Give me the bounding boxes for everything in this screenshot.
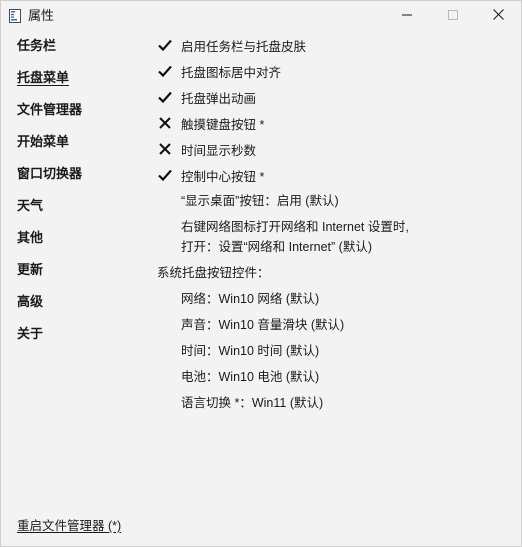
sidebar-item-window-switcher[interactable]: 窗口切换器 [17, 163, 82, 185]
option-tray-popup-animation[interactable]: 托盘弹出动画 [157, 87, 256, 107]
sidebar-item-label: 其他 [17, 230, 44, 245]
cross-icon [157, 141, 173, 157]
sidebar-item-label: 关于 [17, 326, 44, 341]
option-label: 时间显示秒数 [181, 143, 257, 158]
sidebar-item-label: 更新 [17, 262, 44, 277]
close-button[interactable] [475, 1, 521, 31]
maximize-icon [448, 7, 458, 25]
sidebar-item-label: 窗口切换器 [17, 166, 83, 181]
sidebar-item-other[interactable]: 其他 [17, 227, 43, 249]
app-icon [9, 9, 21, 23]
tray-control-time[interactable]: 时间：Win10 时间 (默认) [181, 341, 319, 361]
option-touch-keyboard-button[interactable]: 触摸键盘按钮 * [157, 113, 264, 133]
minimize-button[interactable] [384, 1, 430, 31]
option-enable-taskbar-tray-skin[interactable]: 启用任务栏与托盘皮肤 [157, 35, 306, 55]
sidebar-item-label: 托盘菜单 [17, 70, 70, 85]
sidebar-item-taskbar[interactable]: 任务栏 [17, 35, 56, 57]
tray-control-network[interactable]: 网络：Win10 网络 (默认) [181, 289, 319, 309]
show-desktop-setting[interactable]: “显示桌面”按钮：启用 (默认) [181, 191, 339, 211]
minimize-icon [402, 7, 412, 25]
close-icon [492, 7, 504, 25]
checkmark-icon [157, 167, 173, 183]
sidebar-item-about[interactable]: 关于 [17, 323, 43, 345]
sidebar-item-start-menu[interactable]: 开始菜单 [17, 131, 69, 153]
sidebar-item-file-manager[interactable]: 文件管理器 [17, 99, 82, 121]
option-label: 启用任务栏与托盘皮肤 [181, 39, 307, 54]
network-right-click-description: 右键网络图标打开网络和 Internet 设置时, [181, 220, 409, 234]
option-label: 托盘弹出动画 [181, 91, 257, 106]
sidebar-item-label: 文件管理器 [17, 102, 83, 117]
sidebar-item-update[interactable]: 更新 [17, 259, 43, 281]
restart-file-manager-link[interactable]: 重启文件管理器 (*) [17, 517, 121, 535]
cross-icon [157, 115, 173, 131]
tray-control-battery[interactable]: 电池：Win10 电池 (默认) [181, 367, 319, 387]
title-bar[interactable]: 属性 [1, 1, 521, 31]
sidebar-item-advanced[interactable]: 高级 [17, 291, 43, 313]
checkmark-icon [157, 37, 173, 53]
option-control-center-button[interactable]: 控制中心按钮 * [157, 165, 264, 185]
sidebar-item-label: 开始菜单 [17, 134, 70, 149]
window-title: 属性 [28, 8, 55, 23]
sidebar-item-label: 任务栏 [17, 38, 57, 53]
sidebar-item-label: 天气 [17, 198, 44, 213]
option-time-show-seconds[interactable]: 时间显示秒数 [157, 139, 256, 159]
sidebar-item-tray-menu[interactable]: 托盘菜单 [17, 67, 69, 89]
sidebar-item-weather[interactable]: 天气 [17, 195, 43, 217]
checkmark-icon [157, 63, 173, 79]
properties-window: 属性 任务栏 托盘菜单 文件管理器 开始菜单 窗口切换器 天气 其他 更新 高级… [0, 0, 522, 547]
option-label: 触摸键盘按钮 * [181, 117, 265, 132]
tray-control-sound[interactable]: 声音：Win10 音量滑块 (默认) [181, 315, 344, 335]
sidebar-item-label: 高级 [17, 294, 44, 309]
tray-controls-heading: 系统托盘按钮控件： [157, 266, 270, 280]
option-label: 托盘图标居中对齐 [181, 65, 282, 80]
option-center-tray-icons[interactable]: 托盘图标居中对齐 [157, 61, 281, 81]
option-label: 控制中心按钮 * [181, 169, 265, 184]
maximize-button[interactable] [430, 1, 476, 31]
tray-control-language[interactable]: 语言切换 *：Win11 (默认) [181, 393, 323, 413]
network-right-click-setting[interactable]: 打开：设置“网络和 Internet” (默认) [181, 237, 372, 257]
checkmark-icon [157, 89, 173, 105]
